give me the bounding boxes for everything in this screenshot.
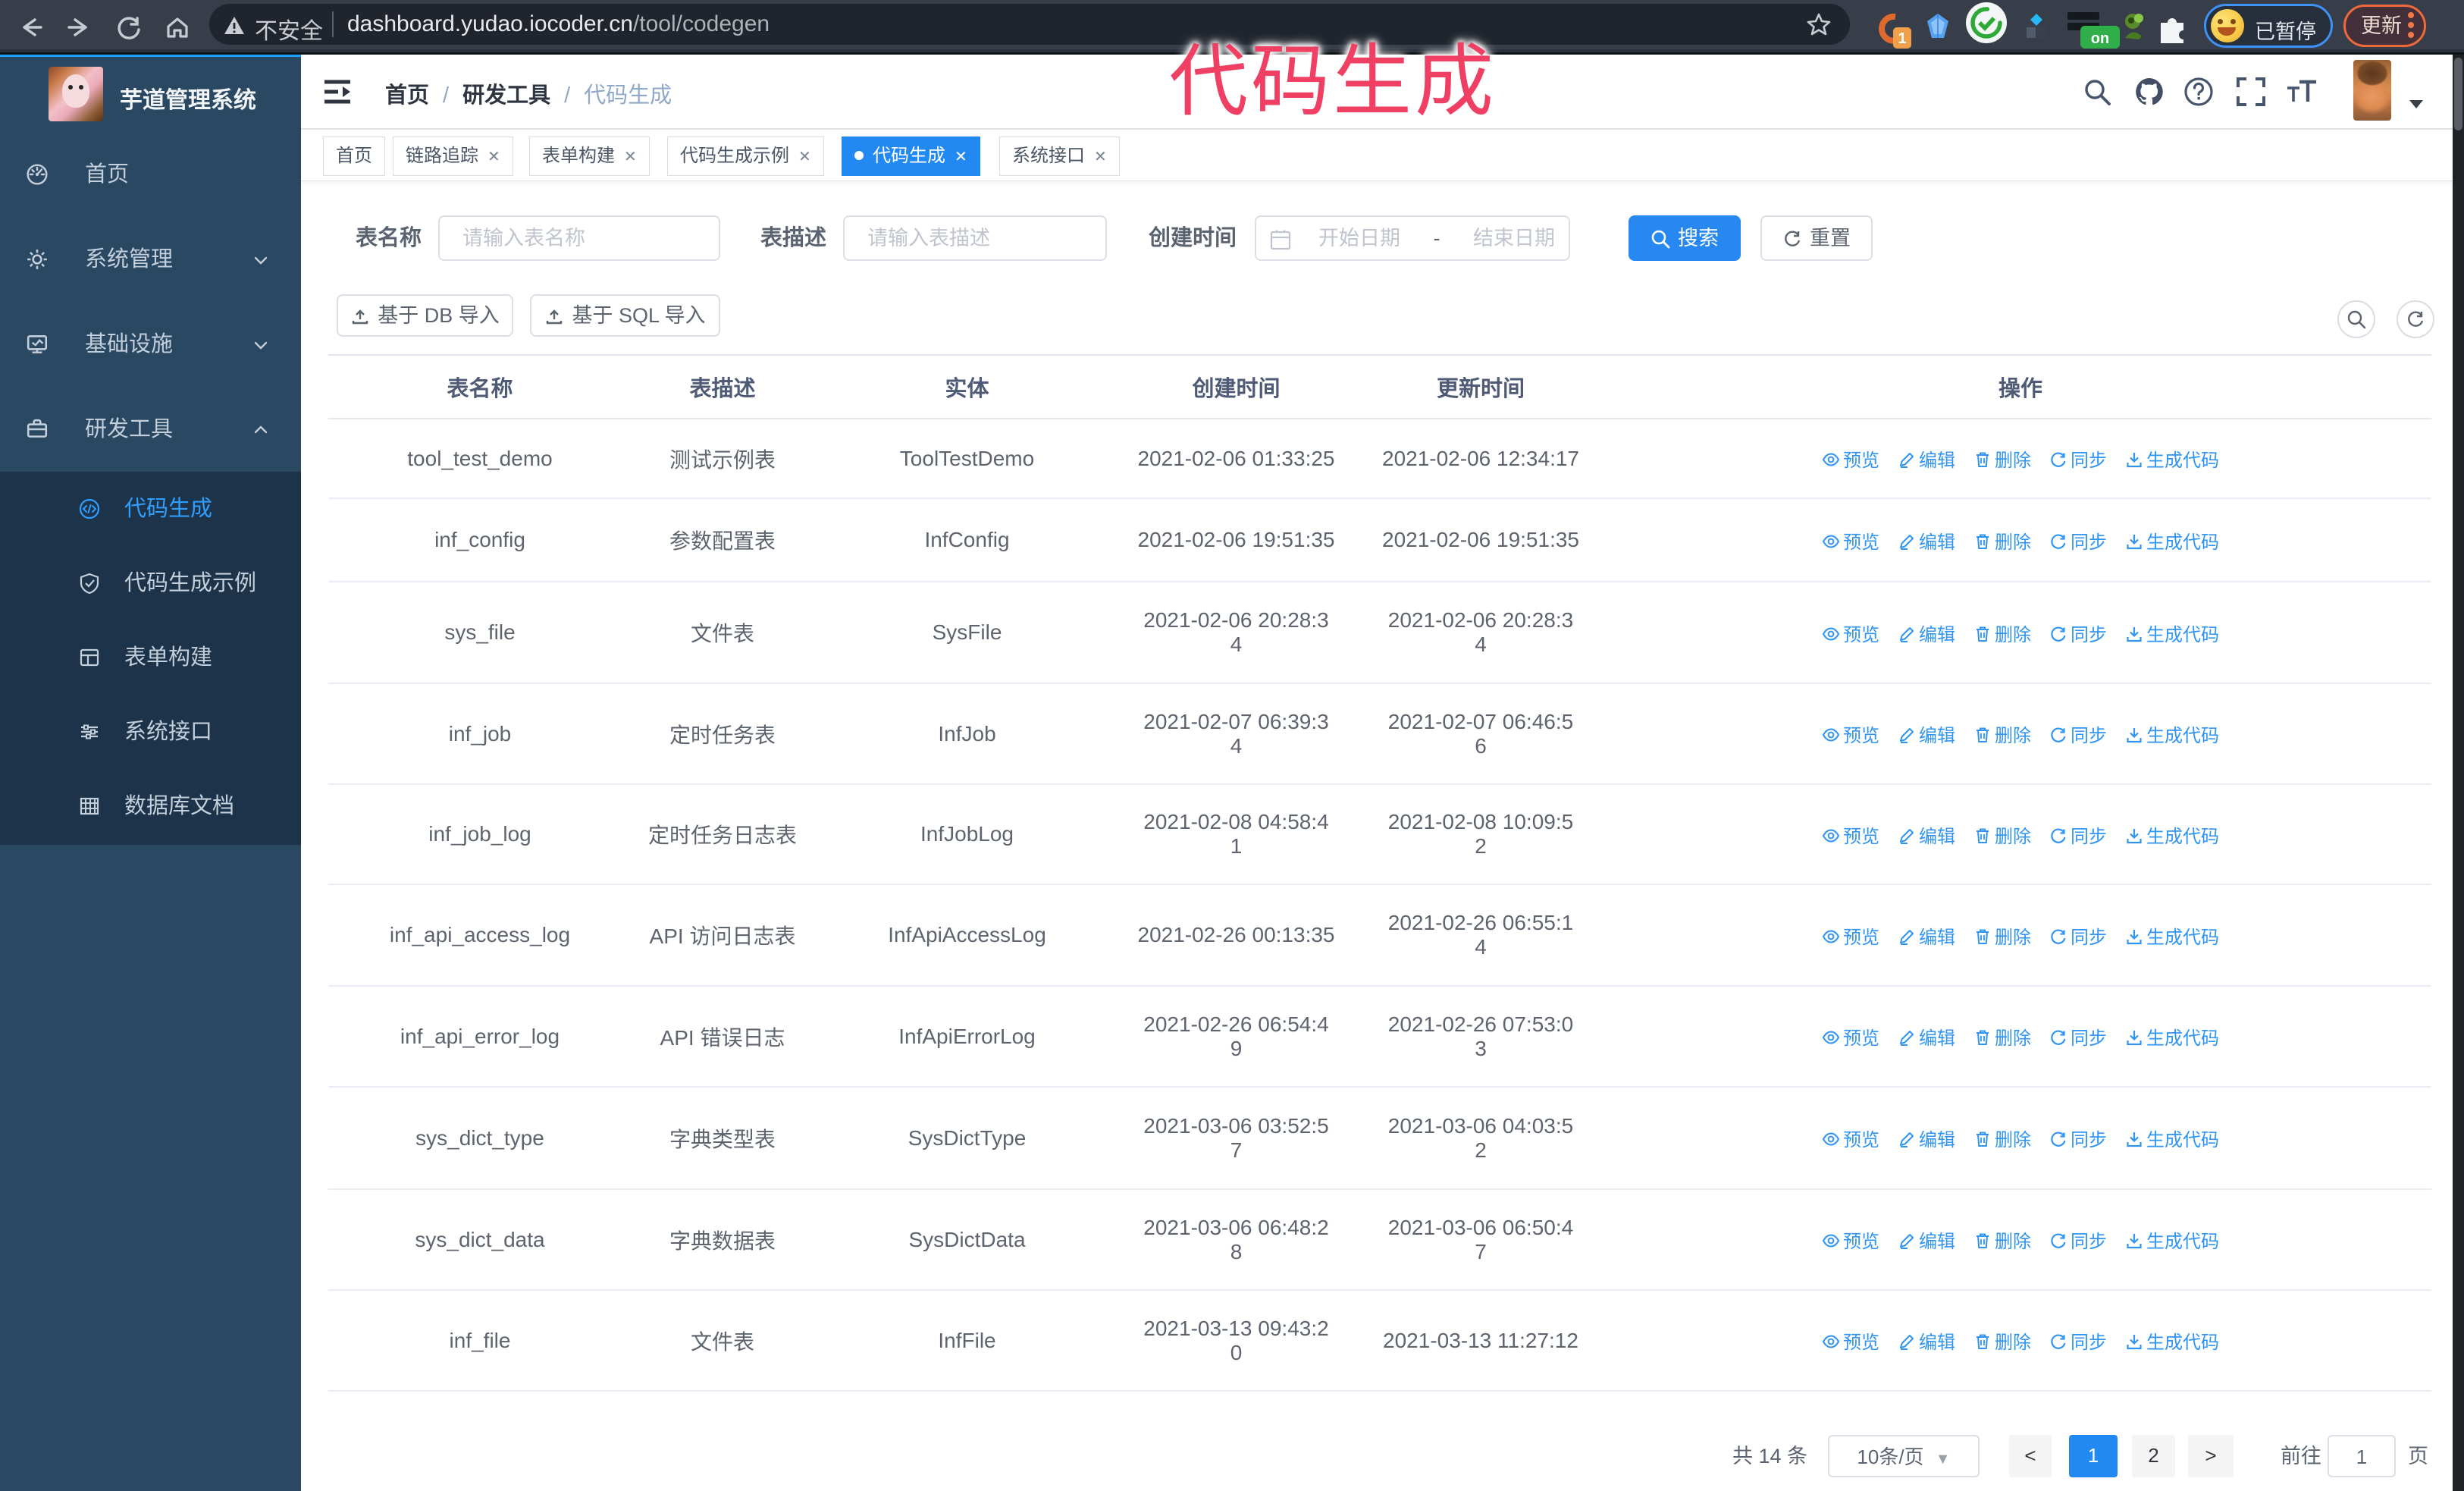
svg-text:on: on (2091, 30, 2109, 47)
svg-text:1: 1 (1898, 30, 1906, 47)
